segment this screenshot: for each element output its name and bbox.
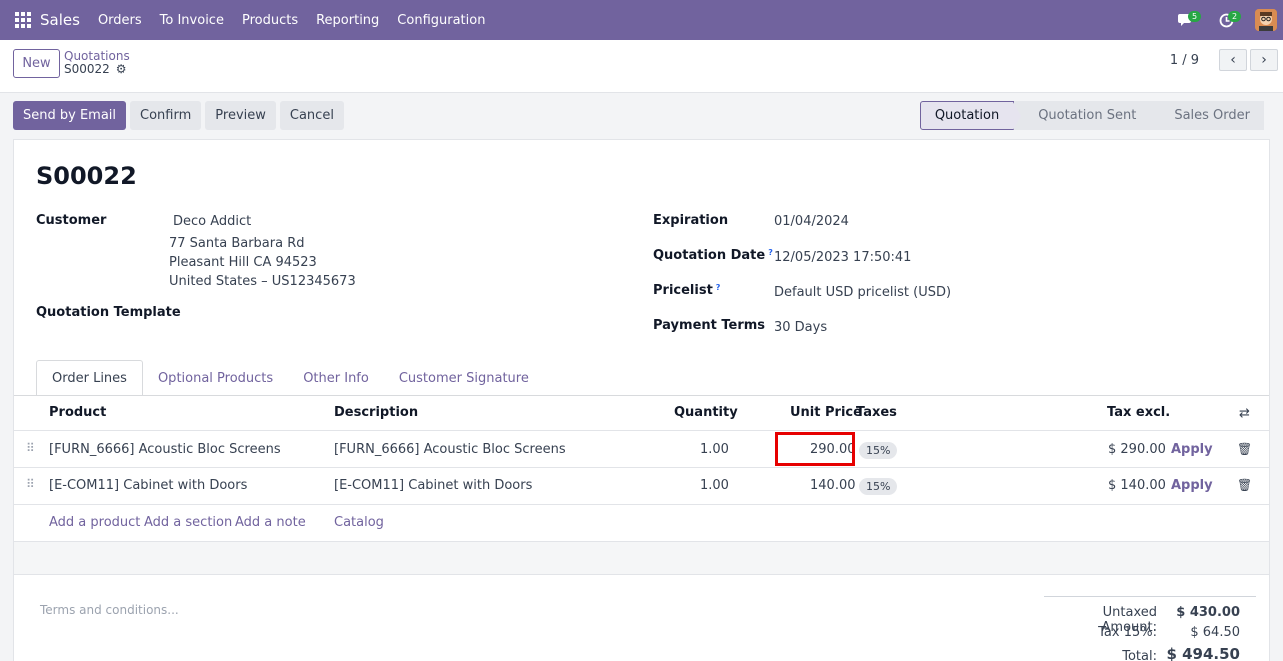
top-navbar: Sales Orders To Invoice Products Reporti…: [0, 0, 1283, 40]
column-quantity[interactable]: Quantity: [674, 405, 738, 420]
drag-handle-icon[interactable]: ⠿: [26, 441, 35, 455]
add-product-link[interactable]: Add a product: [49, 515, 140, 530]
column-unit-price[interactable]: Unit Price: [790, 405, 862, 420]
send-by-email-button[interactable]: Send by Email: [13, 101, 127, 130]
action-buttons: Send by Email Confirm Preview Cancel: [13, 101, 348, 130]
menu-products[interactable]: Products: [242, 13, 298, 28]
breadcrumb-quotations[interactable]: Quotations: [64, 49, 130, 63]
catalog-link[interactable]: Catalog: [334, 515, 384, 530]
user-avatar[interactable]: [1255, 9, 1277, 31]
tab-other-info[interactable]: Other Info: [288, 360, 384, 396]
menu-configuration[interactable]: Configuration: [397, 13, 485, 28]
expiration-field[interactable]: 01/04/2024: [774, 214, 849, 229]
quotation-template-label: Quotation Template: [36, 305, 181, 320]
app-name[interactable]: Sales: [40, 11, 80, 29]
help-icon[interactable]: ?: [716, 283, 721, 292]
payment-terms-field[interactable]: 30 Days: [774, 320, 827, 335]
row2-apply-link[interactable]: Apply: [1171, 478, 1213, 493]
row1-product[interactable]: [FURN_6666] Acoustic Bloc Screens: [49, 442, 281, 457]
activities-icon[interactable]: 2: [1215, 9, 1242, 31]
untaxed-amount-value: $ 430.00: [1176, 605, 1240, 620]
row2-tax-badge[interactable]: 15%: [859, 478, 898, 495]
pricelist-field[interactable]: Default USD pricelist (USD): [774, 285, 951, 300]
trash-icon[interactable]: 🗑: [1237, 478, 1252, 492]
preview-button[interactable]: Preview: [205, 101, 276, 130]
pager-value[interactable]: 1 / 9: [1170, 53, 1199, 68]
cancel-button[interactable]: Cancel: [279, 101, 344, 130]
column-product[interactable]: Product: [49, 405, 106, 420]
status-sales-order-label: Sales Order: [1174, 108, 1250, 123]
menu-orders[interactable]: Orders: [98, 13, 142, 28]
help-icon[interactable]: ?: [768, 248, 773, 257]
main-menu: Orders To Invoice Products Reporting Con…: [88, 13, 494, 28]
tab-customer-signature[interactable]: Customer Signature: [384, 360, 544, 396]
status-sales-order[interactable]: Sales Order: [1150, 101, 1264, 130]
quotation-date-label: Quotation Date?: [653, 248, 773, 263]
menu-reporting[interactable]: Reporting: [316, 13, 379, 28]
activities-badge: 2: [1228, 11, 1242, 22]
pricelist-label: Pricelist?: [653, 283, 720, 298]
row1-apply-link[interactable]: Apply: [1171, 442, 1213, 457]
customer-address-line1: 77 Santa Barbara Rd: [169, 236, 305, 251]
column-taxes[interactable]: Taxes: [856, 405, 897, 420]
notebook-tabs: Order Lines Optional Products Other Info…: [36, 360, 544, 396]
chevron-left-icon: ‹: [1230, 52, 1236, 68]
add-note-link[interactable]: Add a note: [235, 515, 306, 530]
column-description[interactable]: Description: [334, 405, 418, 420]
status-quotation-sent[interactable]: Quotation Sent: [1014, 101, 1159, 130]
form-sheet: S00022 Customer Deco Addict 77 Santa Bar…: [13, 139, 1270, 661]
status-bar: Quotation Quotation Sent Sales Order: [919, 101, 1264, 130]
pricelist-label-text: Pricelist: [653, 283, 713, 298]
customer-label: Customer: [36, 213, 107, 228]
tab-optional-products[interactable]: Optional Products: [143, 360, 288, 396]
status-quotation[interactable]: Quotation: [919, 101, 1022, 130]
status-quotation-sent-label: Quotation Sent: [1038, 108, 1137, 123]
customer-address-line2: Pleasant Hill CA 94523: [169, 255, 317, 270]
column-tax-excl[interactable]: Tax excl.: [1107, 405, 1170, 420]
new-button[interactable]: New: [13, 49, 60, 78]
row1-quantity[interactable]: 1.00: [700, 442, 729, 457]
gear-icon[interactable]: ⚙: [116, 62, 127, 76]
terms-field[interactable]: Terms and conditions...: [40, 603, 179, 617]
row2-subtotal: $ 140.00: [1108, 478, 1166, 493]
add-section-link[interactable]: Add a section: [144, 515, 232, 530]
total-label: Total:: [1122, 649, 1157, 661]
breadcrumb-current: S00022 ⚙: [64, 62, 127, 76]
customer-address-line3: United States – US12345673: [169, 274, 356, 289]
trash-icon[interactable]: 🗑: [1237, 442, 1252, 456]
row2-unit-price[interactable]: 140.00: [810, 478, 856, 493]
customer-field[interactable]: Deco Addict: [173, 214, 251, 229]
row1-tax-badge[interactable]: 15%: [859, 442, 898, 459]
tab-order-lines[interactable]: Order Lines: [36, 360, 143, 396]
unit-price-highlight: [775, 432, 855, 466]
row1-subtotal: $ 290.00: [1108, 442, 1166, 457]
row2-description[interactable]: [E-COM11] Cabinet with Doors: [334, 478, 532, 493]
row2-quantity[interactable]: 1.00: [700, 478, 729, 493]
quotation-date-field[interactable]: 12/05/2023 17:50:41: [774, 250, 911, 265]
row1-description[interactable]: [FURN_6666] Acoustic Bloc Screens: [334, 442, 566, 457]
apps-grid-icon[interactable]: [15, 12, 31, 28]
tax-label: Tax 15%:: [1098, 625, 1157, 640]
column-settings-icon[interactable]: ⇄: [1239, 406, 1250, 421]
drag-handle-icon[interactable]: ⠿: [26, 477, 35, 491]
chevron-right-icon: ›: [1261, 52, 1267, 68]
quotation-date-label-text: Quotation Date: [653, 248, 766, 263]
pager-next-button[interactable]: ›: [1250, 49, 1278, 71]
tax-value: $ 64.50: [1190, 625, 1240, 640]
table-footer-band: [14, 541, 1269, 575]
row2-product[interactable]: [E-COM11] Cabinet with Doors: [49, 478, 247, 493]
pager-previous-button[interactable]: ‹: [1219, 49, 1247, 71]
record-title: S00022: [36, 162, 137, 190]
total-value: $ 494.50: [1166, 645, 1240, 661]
menu-to-invoice[interactable]: To Invoice: [160, 13, 224, 28]
messages-badge: 5: [1188, 11, 1202, 22]
breadcrumb-record: S00022: [64, 62, 110, 76]
expiration-label: Expiration: [653, 213, 729, 228]
payment-terms-label: Payment Terms: [653, 318, 766, 333]
status-quotation-label: Quotation: [934, 108, 1000, 123]
confirm-button[interactable]: Confirm: [130, 101, 202, 130]
control-panel: New Quotations S00022 ⚙ 1 / 9 ‹ ›: [0, 40, 1283, 93]
messages-icon[interactable]: 5: [1175, 9, 1202, 31]
